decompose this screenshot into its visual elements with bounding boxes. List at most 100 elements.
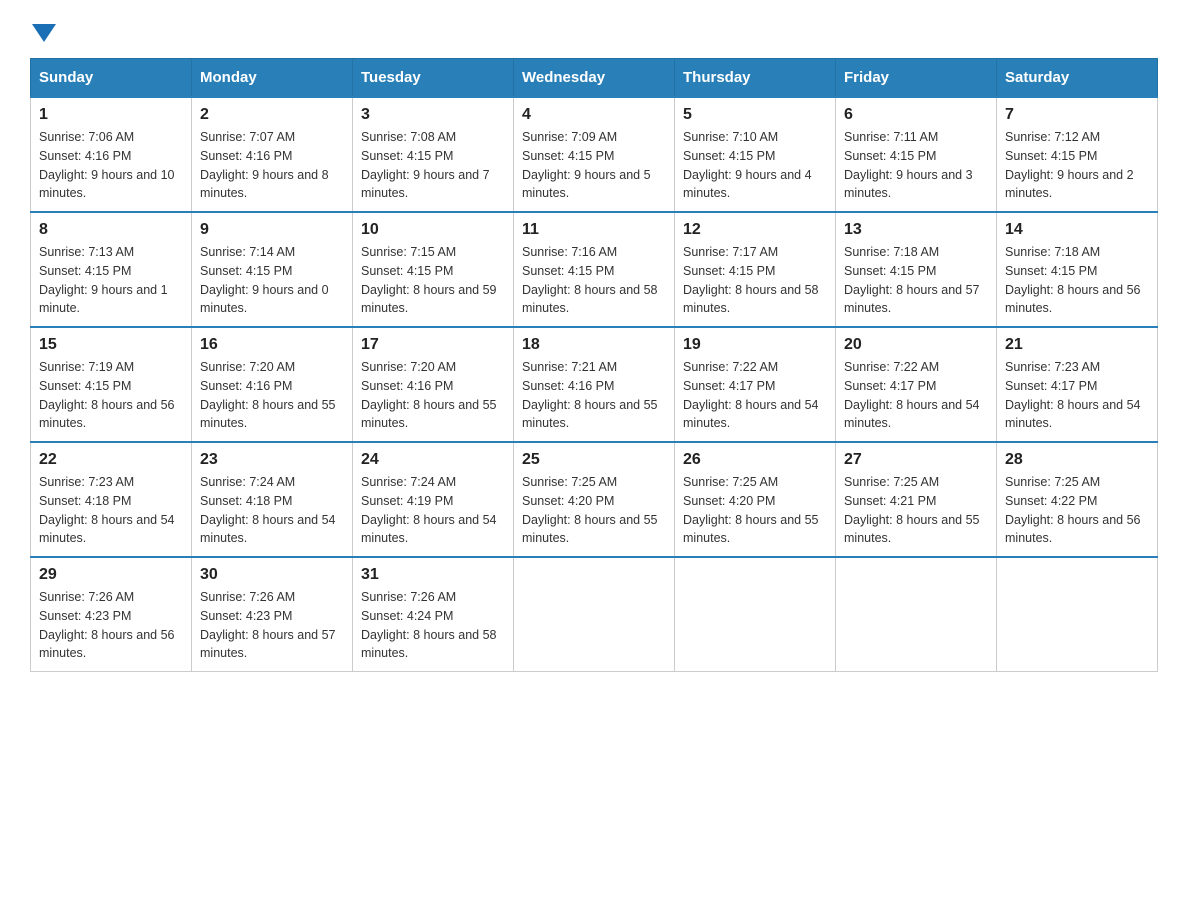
calendar-week-row: 1 Sunrise: 7:06 AMSunset: 4:16 PMDayligh… [31, 97, 1158, 212]
day-info: Sunrise: 7:25 AMSunset: 4:21 PMDaylight:… [844, 473, 988, 548]
day-info: Sunrise: 7:08 AMSunset: 4:15 PMDaylight:… [361, 128, 505, 203]
day-info: Sunrise: 7:09 AMSunset: 4:15 PMDaylight:… [522, 128, 666, 203]
day-info: Sunrise: 7:21 AMSunset: 4:16 PMDaylight:… [522, 358, 666, 433]
day-number: 20 [844, 336, 988, 354]
day-info: Sunrise: 7:25 AMSunset: 4:20 PMDaylight:… [683, 473, 827, 548]
calendar-cell: 1 Sunrise: 7:06 AMSunset: 4:16 PMDayligh… [31, 97, 192, 212]
day-info: Sunrise: 7:19 AMSunset: 4:15 PMDaylight:… [39, 358, 183, 433]
day-number: 11 [522, 221, 666, 239]
day-number: 30 [200, 566, 344, 584]
day-info: Sunrise: 7:06 AMSunset: 4:16 PMDaylight:… [39, 128, 183, 203]
day-number: 25 [522, 451, 666, 469]
day-number: 6 [844, 106, 988, 124]
header-saturday: Saturday [997, 59, 1158, 98]
day-info: Sunrise: 7:15 AMSunset: 4:15 PMDaylight:… [361, 243, 505, 318]
calendar-week-row: 8 Sunrise: 7:13 AMSunset: 4:15 PMDayligh… [31, 212, 1158, 327]
calendar-week-row: 22 Sunrise: 7:23 AMSunset: 4:18 PMDaylig… [31, 442, 1158, 557]
calendar-week-row: 15 Sunrise: 7:19 AMSunset: 4:15 PMDaylig… [31, 327, 1158, 442]
day-number: 28 [1005, 451, 1149, 469]
day-number: 10 [361, 221, 505, 239]
day-number: 12 [683, 221, 827, 239]
calendar-cell [514, 557, 675, 672]
day-number: 22 [39, 451, 183, 469]
day-number: 29 [39, 566, 183, 584]
header-sunday: Sunday [31, 59, 192, 98]
day-info: Sunrise: 7:07 AMSunset: 4:16 PMDaylight:… [200, 128, 344, 203]
calendar-cell: 16 Sunrise: 7:20 AMSunset: 4:16 PMDaylig… [192, 327, 353, 442]
header-friday: Friday [836, 59, 997, 98]
calendar-cell: 22 Sunrise: 7:23 AMSunset: 4:18 PMDaylig… [31, 442, 192, 557]
calendar-cell: 2 Sunrise: 7:07 AMSunset: 4:16 PMDayligh… [192, 97, 353, 212]
calendar-cell: 11 Sunrise: 7:16 AMSunset: 4:15 PMDaylig… [514, 212, 675, 327]
header-wednesday: Wednesday [514, 59, 675, 98]
day-info: Sunrise: 7:23 AMSunset: 4:17 PMDaylight:… [1005, 358, 1149, 433]
day-info: Sunrise: 7:26 AMSunset: 4:24 PMDaylight:… [361, 588, 505, 663]
day-info: Sunrise: 7:18 AMSunset: 4:15 PMDaylight:… [1005, 243, 1149, 318]
day-number: 7 [1005, 106, 1149, 124]
calendar-cell: 10 Sunrise: 7:15 AMSunset: 4:15 PMDaylig… [353, 212, 514, 327]
day-number: 21 [1005, 336, 1149, 354]
calendar-cell: 8 Sunrise: 7:13 AMSunset: 4:15 PMDayligh… [31, 212, 192, 327]
calendar-header-row: SundayMondayTuesdayWednesdayThursdayFrid… [31, 59, 1158, 98]
day-number: 3 [361, 106, 505, 124]
day-number: 2 [200, 106, 344, 124]
calendar-cell: 7 Sunrise: 7:12 AMSunset: 4:15 PMDayligh… [997, 97, 1158, 212]
calendar-cell: 19 Sunrise: 7:22 AMSunset: 4:17 PMDaylig… [675, 327, 836, 442]
day-number: 9 [200, 221, 344, 239]
calendar-cell: 9 Sunrise: 7:14 AMSunset: 4:15 PMDayligh… [192, 212, 353, 327]
day-info: Sunrise: 7:12 AMSunset: 4:15 PMDaylight:… [1005, 128, 1149, 203]
calendar-cell: 29 Sunrise: 7:26 AMSunset: 4:23 PMDaylig… [31, 557, 192, 672]
calendar-cell [675, 557, 836, 672]
day-info: Sunrise: 7:20 AMSunset: 4:16 PMDaylight:… [361, 358, 505, 433]
header-thursday: Thursday [675, 59, 836, 98]
calendar-cell: 4 Sunrise: 7:09 AMSunset: 4:15 PMDayligh… [514, 97, 675, 212]
day-number: 17 [361, 336, 505, 354]
calendar-cell: 24 Sunrise: 7:24 AMSunset: 4:19 PMDaylig… [353, 442, 514, 557]
day-number: 8 [39, 221, 183, 239]
day-number: 4 [522, 106, 666, 124]
calendar-week-row: 29 Sunrise: 7:26 AMSunset: 4:23 PMDaylig… [31, 557, 1158, 672]
day-info: Sunrise: 7:13 AMSunset: 4:15 PMDaylight:… [39, 243, 183, 318]
calendar-cell [836, 557, 997, 672]
calendar-cell: 17 Sunrise: 7:20 AMSunset: 4:16 PMDaylig… [353, 327, 514, 442]
day-number: 27 [844, 451, 988, 469]
day-number: 18 [522, 336, 666, 354]
day-info: Sunrise: 7:10 AMSunset: 4:15 PMDaylight:… [683, 128, 827, 203]
calendar-cell: 5 Sunrise: 7:10 AMSunset: 4:15 PMDayligh… [675, 97, 836, 212]
day-info: Sunrise: 7:16 AMSunset: 4:15 PMDaylight:… [522, 243, 666, 318]
calendar-cell: 30 Sunrise: 7:26 AMSunset: 4:23 PMDaylig… [192, 557, 353, 672]
header-monday: Monday [192, 59, 353, 98]
day-info: Sunrise: 7:23 AMSunset: 4:18 PMDaylight:… [39, 473, 183, 548]
header-tuesday: Tuesday [353, 59, 514, 98]
logo [30, 20, 56, 42]
day-number: 16 [200, 336, 344, 354]
day-info: Sunrise: 7:24 AMSunset: 4:18 PMDaylight:… [200, 473, 344, 548]
calendar-cell: 13 Sunrise: 7:18 AMSunset: 4:15 PMDaylig… [836, 212, 997, 327]
day-info: Sunrise: 7:26 AMSunset: 4:23 PMDaylight:… [200, 588, 344, 663]
day-number: 26 [683, 451, 827, 469]
day-number: 1 [39, 106, 183, 124]
page-header [30, 20, 1158, 42]
calendar-cell: 18 Sunrise: 7:21 AMSunset: 4:16 PMDaylig… [514, 327, 675, 442]
calendar-cell: 27 Sunrise: 7:25 AMSunset: 4:21 PMDaylig… [836, 442, 997, 557]
calendar-cell: 31 Sunrise: 7:26 AMSunset: 4:24 PMDaylig… [353, 557, 514, 672]
calendar-cell: 26 Sunrise: 7:25 AMSunset: 4:20 PMDaylig… [675, 442, 836, 557]
day-number: 24 [361, 451, 505, 469]
calendar-cell: 14 Sunrise: 7:18 AMSunset: 4:15 PMDaylig… [997, 212, 1158, 327]
logo-triangle-icon [32, 24, 56, 42]
day-info: Sunrise: 7:11 AMSunset: 4:15 PMDaylight:… [844, 128, 988, 203]
day-info: Sunrise: 7:25 AMSunset: 4:20 PMDaylight:… [522, 473, 666, 548]
day-info: Sunrise: 7:22 AMSunset: 4:17 PMDaylight:… [844, 358, 988, 433]
calendar-cell [997, 557, 1158, 672]
day-info: Sunrise: 7:22 AMSunset: 4:17 PMDaylight:… [683, 358, 827, 433]
calendar-cell: 3 Sunrise: 7:08 AMSunset: 4:15 PMDayligh… [353, 97, 514, 212]
day-info: Sunrise: 7:18 AMSunset: 4:15 PMDaylight:… [844, 243, 988, 318]
calendar-table: SundayMondayTuesdayWednesdayThursdayFrid… [30, 58, 1158, 672]
calendar-cell: 23 Sunrise: 7:24 AMSunset: 4:18 PMDaylig… [192, 442, 353, 557]
day-info: Sunrise: 7:25 AMSunset: 4:22 PMDaylight:… [1005, 473, 1149, 548]
calendar-cell: 20 Sunrise: 7:22 AMSunset: 4:17 PMDaylig… [836, 327, 997, 442]
day-number: 15 [39, 336, 183, 354]
calendar-cell: 12 Sunrise: 7:17 AMSunset: 4:15 PMDaylig… [675, 212, 836, 327]
day-number: 19 [683, 336, 827, 354]
day-info: Sunrise: 7:20 AMSunset: 4:16 PMDaylight:… [200, 358, 344, 433]
